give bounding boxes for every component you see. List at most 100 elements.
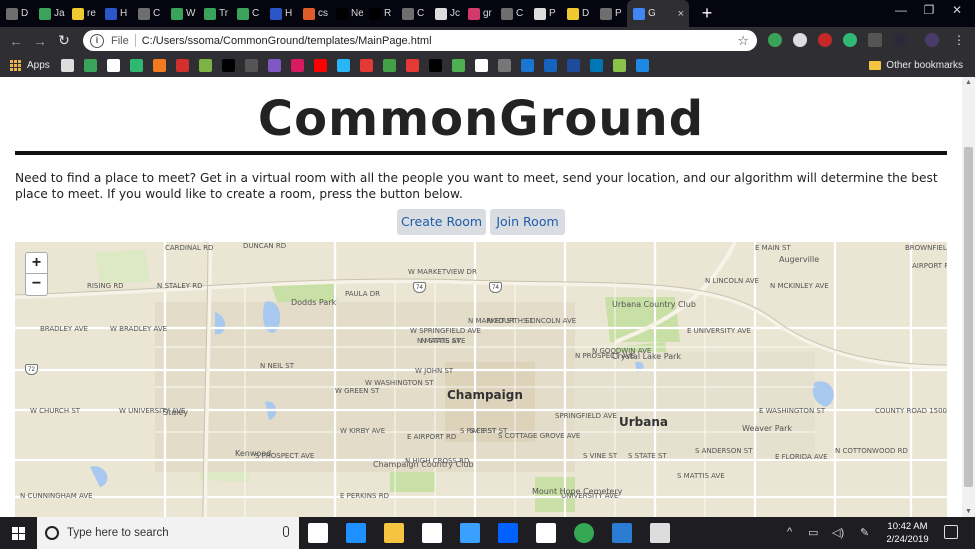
back-button[interactable]: ←	[4, 33, 28, 49]
vscode-icon[interactable]	[612, 523, 632, 543]
browser-tab[interactable]: C	[396, 0, 429, 27]
browser-tab[interactable]: P	[528, 0, 561, 27]
browser-tab[interactable]: New T	[330, 0, 363, 27]
dropbox-icon[interactable]	[498, 523, 518, 543]
reload-button[interactable]: ↻	[52, 32, 76, 49]
browser-tab[interactable]: Tr	[198, 0, 231, 27]
bookmark-favicon-icon[interactable]	[106, 59, 120, 72]
bookmark-favicon-icon[interactable]	[405, 59, 419, 72]
bookmark-favicon-icon[interactable]	[589, 59, 603, 72]
bookmark-favicon-icon[interactable]	[60, 59, 74, 72]
terminal-icon[interactable]	[650, 523, 670, 543]
browser-tab[interactable]: P	[594, 0, 627, 27]
address-bar[interactable]: i File C:/Users/ssoma/CommonGround/templ…	[83, 30, 757, 51]
browser-tab[interactable]: R	[363, 0, 396, 27]
bookmark-favicon-icon[interactable]	[543, 59, 557, 72]
extension-sparkle-icon[interactable]	[893, 33, 907, 47]
browser-tab[interactable]: re	[66, 0, 99, 27]
extension-grammarly-icon[interactable]	[843, 33, 857, 47]
url-text[interactable]: C:/Users/ssoma/CommonGround/templates/Ma…	[142, 35, 432, 47]
browser-tab[interactable]: gr	[462, 0, 495, 27]
join-room-button[interactable]: Join Room	[490, 209, 565, 235]
bookmark-favicon-icon[interactable]	[428, 59, 442, 72]
taskbar-search[interactable]: Type here to search	[37, 517, 299, 549]
tray-clock[interactable]: 10:42 AM 2/24/2019	[880, 520, 935, 546]
bookmark-favicon-icon[interactable]	[221, 59, 235, 72]
maximize-button[interactable]: ❐	[914, 3, 944, 17]
browser-tab[interactable]: Ja	[33, 0, 66, 27]
browser-tab[interactable]: D	[0, 0, 33, 27]
bookmark-favicon-icon[interactable]	[83, 59, 97, 72]
page-scrollbar[interactable]: ▲ ▼	[962, 77, 975, 517]
zoom-out-button[interactable]: −	[25, 274, 48, 296]
task-view-icon[interactable]	[308, 523, 328, 543]
new-tab-button[interactable]: +	[695, 3, 719, 24]
map-street-label: RISING RD	[87, 282, 124, 290]
mail-icon[interactable]	[422, 523, 442, 543]
map-street-label: N LINCOLN AVE	[705, 277, 759, 285]
bookmark-favicon-icon[interactable]	[244, 59, 258, 72]
file-explorer-icon[interactable]	[384, 523, 404, 543]
store-icon[interactable]	[536, 523, 556, 543]
pen-icon[interactable]: ✎	[860, 526, 869, 539]
bookmark-favicon-icon[interactable]	[198, 59, 212, 72]
close-tab-icon[interactable]: ×	[678, 8, 684, 20]
browser-tab[interactable]: Jc	[429, 0, 462, 27]
visual-studio-code-icon[interactable]	[460, 523, 480, 543]
browser-tab[interactable]: C	[495, 0, 528, 27]
info-icon[interactable]: i	[90, 33, 104, 48]
browser-tab[interactable]: H	[99, 0, 132, 27]
bookmark-favicon-icon[interactable]	[566, 59, 580, 72]
bookmark-favicon-icon[interactable]	[267, 59, 281, 72]
map[interactable]: + − 74 74 72 Champaign Urbana Dodds Park…	[15, 242, 947, 517]
start-button[interactable]	[0, 517, 36, 549]
menu-kebab-icon[interactable]: ⋮	[953, 33, 965, 47]
bookmark-favicon-icon[interactable]	[313, 59, 327, 72]
microphone-icon[interactable]	[283, 526, 289, 537]
edge-icon[interactable]	[346, 523, 366, 543]
close-window-button[interactable]: ✕	[942, 3, 972, 17]
extension-circle-icon[interactable]	[793, 33, 807, 47]
bookmark-favicon-icon[interactable]	[359, 59, 373, 72]
scroll-thumb[interactable]	[964, 147, 973, 487]
browser-tab[interactable]: W	[165, 0, 198, 27]
tray-date: 2/24/2019	[886, 534, 929, 545]
browser-tab[interactable]: C	[132, 0, 165, 27]
apps-grid-icon[interactable]	[10, 59, 22, 72]
bookmark-favicon-icon[interactable]	[382, 59, 396, 72]
bookmark-favicon-icon[interactable]	[451, 59, 465, 72]
extension-evernote-icon[interactable]	[768, 33, 782, 47]
bookmark-star-icon[interactable]: ☆	[737, 33, 749, 49]
forward-button[interactable]: →	[28, 33, 52, 49]
browser-tab[interactable]: H	[264, 0, 297, 27]
bookmark-favicon-icon[interactable]	[175, 59, 189, 72]
extension-block-icon[interactable]	[818, 33, 832, 47]
bookmark-favicon-icon[interactable]	[520, 59, 534, 72]
zoom-in-button[interactable]: +	[25, 252, 48, 274]
minimize-button[interactable]: —	[886, 3, 916, 17]
browser-tab[interactable]: G ×	[627, 0, 689, 27]
bookmark-favicon-icon[interactable]	[635, 59, 649, 72]
chrome-icon[interactable]	[574, 523, 594, 543]
bookmark-favicon-icon[interactable]	[290, 59, 304, 72]
browser-tab[interactable]: D	[561, 0, 594, 27]
notification-center-icon[interactable]	[944, 525, 958, 539]
browser-tab[interactable]: cs	[297, 0, 330, 27]
bookmark-favicon-icon[interactable]	[152, 59, 166, 72]
tray-chevron-icon[interactable]: ^	[787, 526, 792, 538]
bookmark-favicon-icon[interactable]	[497, 59, 511, 72]
bookmark-favicon-icon[interactable]	[336, 59, 350, 72]
volume-icon[interactable]: ◁)	[832, 526, 844, 539]
bookmark-apps[interactable]: Apps	[27, 60, 50, 71]
battery-icon[interactable]: ▭	[808, 526, 818, 539]
profile-avatar[interactable]	[925, 33, 939, 47]
extension-dark-icon[interactable]	[868, 33, 882, 47]
create-room-button[interactable]: Create Room	[397, 209, 486, 235]
other-bookmarks[interactable]: Other bookmarks	[869, 60, 963, 71]
bookmark-favicon-icon[interactable]	[474, 59, 488, 72]
scroll-up-arrow-icon[interactable]: ▲	[965, 79, 972, 86]
bookmark-favicon-icon[interactable]	[612, 59, 626, 72]
scroll-down-arrow-icon[interactable]: ▼	[965, 508, 972, 515]
bookmark-favicon-icon[interactable]	[129, 59, 143, 72]
browser-tab[interactable]: C	[231, 0, 264, 27]
